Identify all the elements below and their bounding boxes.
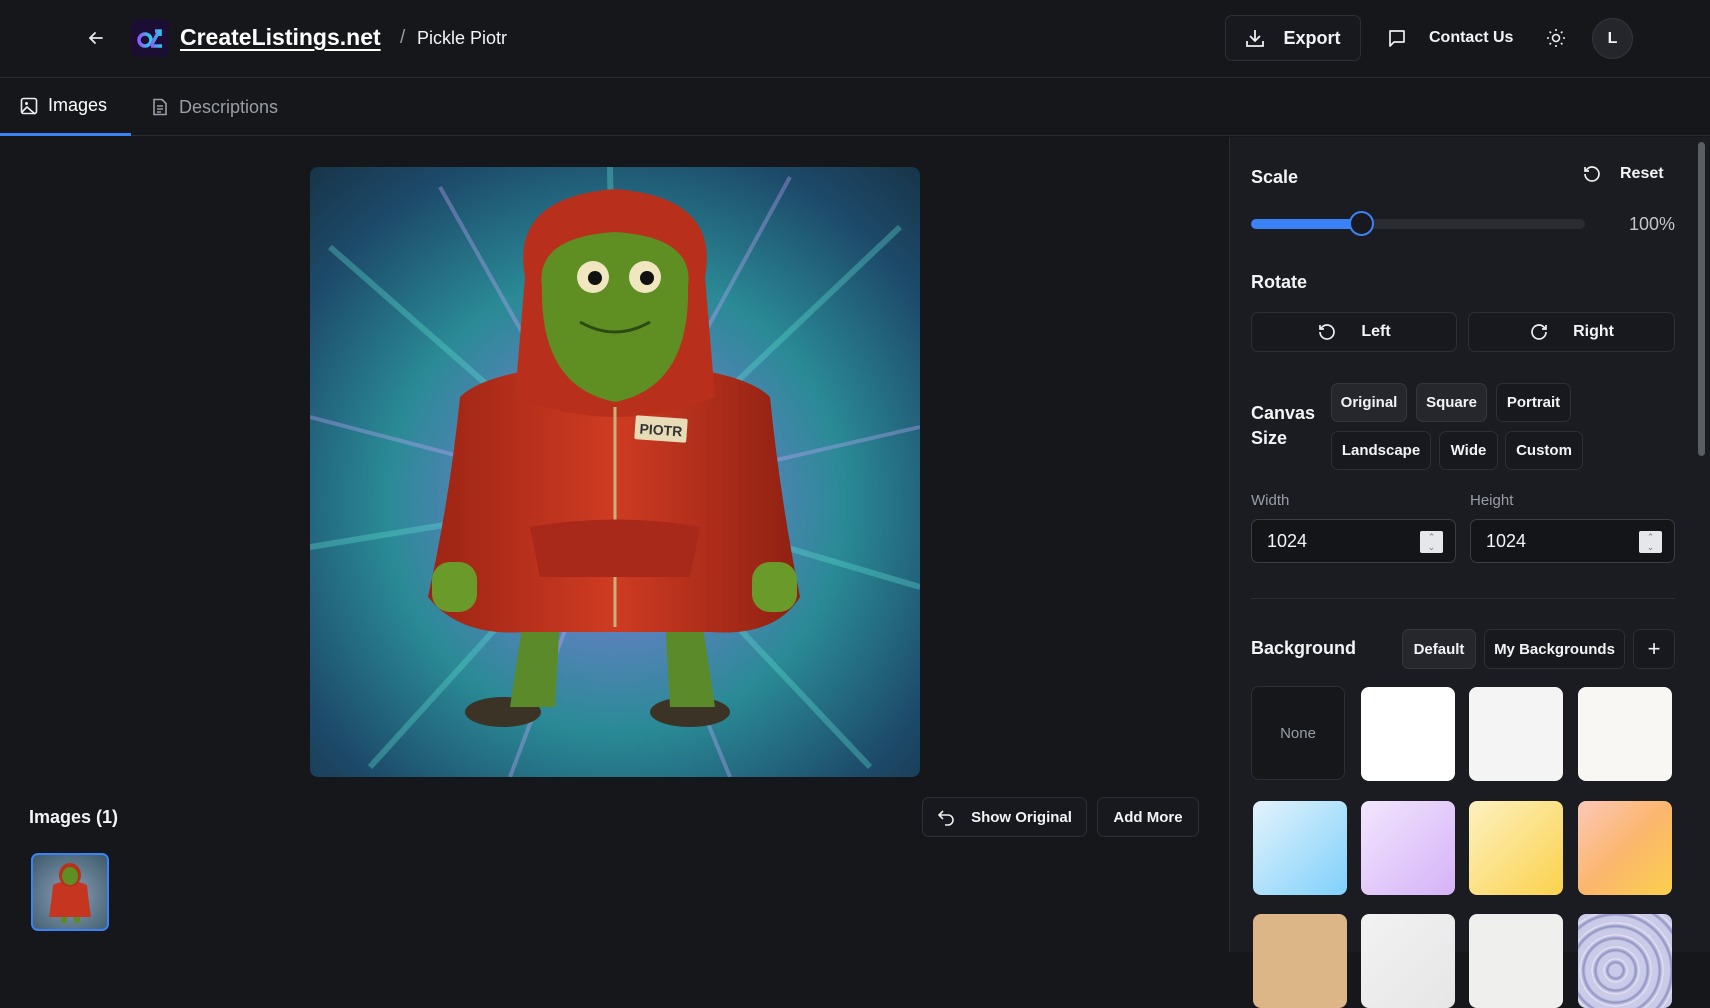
tab-descriptions[interactable]: Descriptions — [151, 78, 278, 136]
brand-logo[interactable] — [131, 19, 169, 57]
back-arrow-icon[interactable] — [86, 28, 106, 48]
contact-us-link[interactable]: Contact Us — [1429, 29, 1513, 47]
tab-images-label: Images — [48, 95, 107, 116]
add-background-button[interactable]: + — [1633, 629, 1675, 669]
reset-label: Reset — [1620, 165, 1664, 183]
scale-value: 100% — [1629, 214, 1675, 235]
add-more-button[interactable]: Add More — [1097, 797, 1199, 837]
height-stepper[interactable]: ⌃⌄ — [1639, 531, 1662, 553]
bg-swatch-linen[interactable] — [1469, 914, 1563, 1008]
show-original-button[interactable]: Show Original — [922, 797, 1087, 837]
scale-label: Scale — [1251, 167, 1298, 188]
reset-button[interactable]: Reset — [1582, 164, 1664, 184]
panel-scrollbar[interactable] — [1698, 142, 1705, 456]
bg-default-tab[interactable]: Default — [1402, 629, 1476, 669]
canvas-original-button[interactable]: Original — [1331, 383, 1407, 422]
bg-swatch-tan[interactable] — [1253, 914, 1347, 1008]
rotate-label: Rotate — [1251, 272, 1307, 293]
rotate-right-button[interactable]: Right — [1468, 312, 1675, 352]
bg-swatch-off-white[interactable] — [1578, 687, 1672, 781]
rotate-right-icon — [1529, 322, 1549, 342]
bg-swatch-white[interactable] — [1361, 687, 1455, 781]
top-header: CreateListings.net / Pickle Piotr Export… — [0, 0, 1710, 78]
bg-swatch-sky-gradient[interactable] — [1253, 801, 1347, 895]
bg-swatch-paper[interactable] — [1361, 914, 1455, 1008]
breadcrumb-separator: / — [400, 27, 405, 49]
bg-swatch-none[interactable]: None — [1251, 686, 1345, 780]
canvas-size-label-line1: Canvas — [1251, 403, 1315, 424]
tab-bar: Images Descriptions — [0, 78, 1710, 136]
download-icon — [1245, 28, 1265, 48]
bg-my-backgrounds-tab[interactable]: My Backgrounds — [1484, 629, 1625, 669]
divider — [1251, 598, 1675, 599]
main-image-preview[interactable]: PIOTR — [310, 167, 920, 777]
bg-swatch-light-gray[interactable] — [1469, 687, 1563, 781]
width-stepper[interactable]: ⌃⌄ — [1420, 531, 1443, 553]
canvas-landscape-button[interactable]: Landscape — [1331, 431, 1431, 470]
tab-descriptions-label: Descriptions — [179, 97, 278, 118]
canvas-portrait-button[interactable]: Portrait — [1496, 383, 1571, 422]
export-button[interactable]: Export — [1225, 15, 1361, 61]
brand-link[interactable]: CreateListings.net — [180, 24, 381, 51]
tab-images[interactable]: Images — [0, 78, 131, 136]
hoodie-tag-text: PIOTR — [639, 421, 683, 440]
bg-swatch-lavender-gradient[interactable] — [1361, 801, 1455, 895]
rotate-right-label: Right — [1573, 323, 1614, 341]
height-value: 1024 — [1486, 531, 1526, 552]
bg-swatch-peach-gradient[interactable] — [1578, 801, 1672, 895]
reset-icon — [1582, 164, 1602, 184]
background-label: Background — [1251, 638, 1356, 659]
canvas-wide-button[interactable]: Wide — [1439, 431, 1498, 470]
width-input[interactable]: 1024 ⌃⌄ — [1251, 519, 1456, 563]
export-label: Export — [1283, 28, 1340, 49]
image-thumbnail[interactable] — [31, 853, 109, 931]
rotate-left-label: Left — [1361, 323, 1390, 341]
rotate-left-icon — [1317, 322, 1337, 342]
width-label: Width — [1251, 492, 1289, 509]
theme-toggle-sun-icon[interactable] — [1546, 28, 1566, 48]
image-icon — [20, 97, 38, 115]
show-original-label: Show Original — [971, 809, 1072, 826]
rotate-left-button[interactable]: Left — [1251, 312, 1457, 352]
message-icon[interactable] — [1387, 28, 1407, 48]
edit-panel: Scale Reset 100% Rotate Left Right Canva… — [1229, 137, 1710, 952]
bg-swatch-yellow-gradient[interactable] — [1469, 801, 1563, 895]
bg-swatch-marble[interactable] — [1578, 914, 1672, 1008]
scale-slider-fill — [1251, 219, 1361, 229]
document-icon — [151, 98, 169, 116]
user-avatar[interactable]: L — [1592, 18, 1633, 59]
images-count-heading: Images (1) — [29, 807, 118, 828]
height-label: Height — [1470, 492, 1513, 509]
canvas-custom-button[interactable]: Custom — [1505, 431, 1583, 470]
width-value: 1024 — [1267, 531, 1307, 552]
project-name: Pickle Piotr — [417, 28, 507, 49]
undo-arrow-icon — [937, 808, 955, 826]
canvas-size-label-line2: Size — [1251, 428, 1287, 449]
height-input[interactable]: 1024 ⌃⌄ — [1470, 519, 1675, 563]
scale-slider-thumb[interactable] — [1349, 211, 1374, 236]
scale-slider-track[interactable] — [1251, 219, 1585, 229]
canvas-square-button[interactable]: Square — [1416, 383, 1487, 422]
